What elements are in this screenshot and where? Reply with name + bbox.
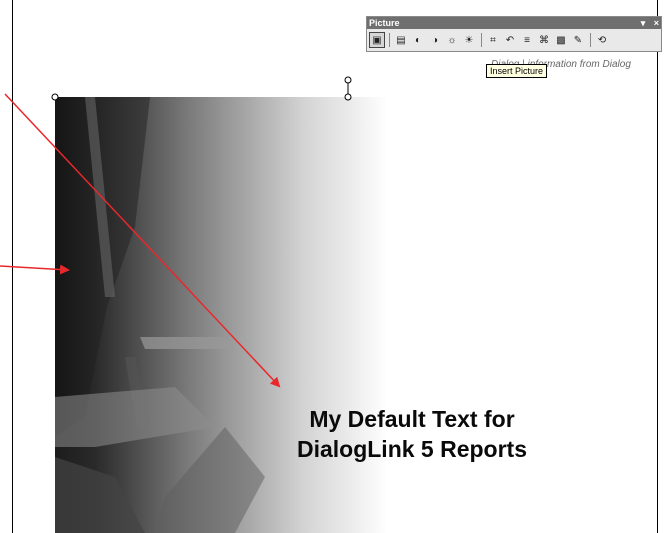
picture-toolbar: Picture ▾ × ▣ ▤ ◐ ◑ ☼ ☀ ⌗ ↶ ≡ ⌘ ▩ ✎ ⟲ [366, 16, 662, 52]
report-text-line-1: My Default Text for [309, 406, 515, 432]
more-brightness-icon: ☼ [447, 34, 457, 46]
set-transparent-color-icon: ✎ [573, 34, 583, 46]
insert-picture-icon: ▣ [372, 34, 382, 46]
close-icon[interactable]: × [654, 18, 659, 28]
crop-icon: ⌗ [490, 34, 496, 46]
rotate-left-button[interactable]: ↶ [502, 32, 518, 48]
color-icon: ▤ [396, 34, 406, 46]
report-text-line-2: DialogLink 5 Reports [296, 436, 528, 462]
less-contrast-button[interactable]: ◑ [427, 32, 443, 48]
less-brightness-button[interactable]: ☀ [461, 32, 477, 48]
insert-picture-tooltip: Insert Picture [486, 64, 548, 78]
toolbar-separator [389, 33, 390, 47]
more-contrast-icon: ◐ [414, 34, 422, 46]
reset-picture-button[interactable]: ⟲ [594, 32, 610, 48]
less-contrast-icon: ◑ [431, 34, 439, 46]
toolbar-title-bar[interactable]: Picture ▾ × [367, 17, 661, 29]
more-brightness-button[interactable]: ☼ [444, 32, 460, 48]
set-transparent-color-button[interactable]: ✎ [570, 32, 586, 48]
rotate-handle [344, 76, 352, 84]
compress-pictures-button[interactable]: ⌘ [536, 32, 552, 48]
toolbar-separator [590, 33, 591, 47]
format-picture-icon: ▩ [556, 34, 566, 46]
insert-picture-button[interactable]: ▣ [369, 32, 385, 48]
arrow-diagonal [4, 93, 281, 388]
toolbar-title: Picture [369, 18, 400, 28]
compress-pictures-icon: ⌘ [539, 34, 549, 46]
toolbar-separator [481, 33, 482, 47]
crop-button[interactable]: ⌗ [485, 32, 501, 48]
toolbar-options-icon[interactable]: ▾ [641, 18, 646, 28]
color-button[interactable]: ▤ [393, 32, 409, 48]
resize-handle-top-center [344, 93, 352, 101]
more-contrast-button[interactable]: ◐ [410, 32, 426, 48]
line-style-icon: ≡ [524, 34, 530, 46]
report-text-box[interactable]: My Default Text for DialogLink 5 Reports [262, 404, 562, 464]
resize-handle-top-left [51, 93, 59, 101]
format-picture-button[interactable]: ▩ [553, 32, 569, 48]
less-brightness-icon: ☀ [464, 34, 474, 46]
toolbar-buttons: ▣ ▤ ◐ ◑ ☼ ☀ ⌗ ↶ ≡ ⌘ ▩ ✎ ⟲ [369, 31, 611, 49]
arrow-horizontal [0, 264, 70, 275]
rotate-left-icon: ↶ [505, 34, 515, 46]
reset-picture-icon: ⟲ [597, 34, 607, 46]
line-style-button[interactable]: ≡ [519, 32, 535, 48]
